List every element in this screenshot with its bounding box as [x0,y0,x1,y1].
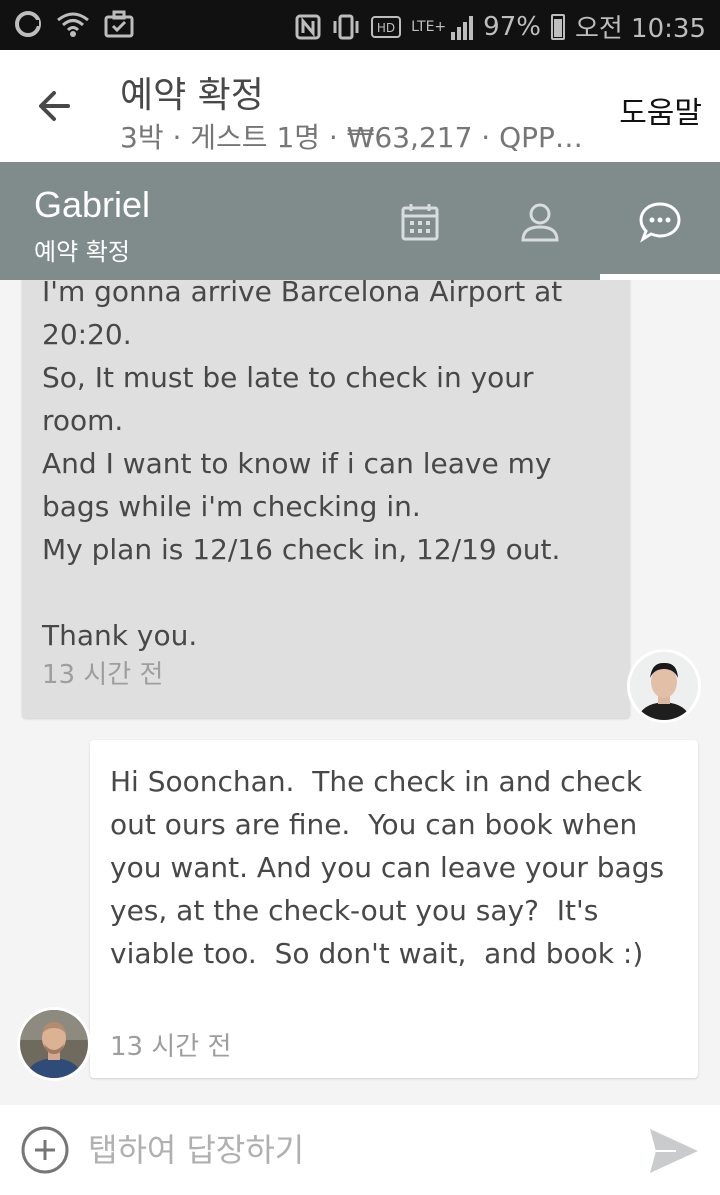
network-label: LTE+ [411,18,447,35]
reservation-summary[interactable]: 3박 · 게스트 1명 · ₩63,217 · QPP… [120,116,583,156]
battery-icon [550,13,565,40]
nfc-icon [295,14,321,39]
calendar-icon[interactable] [398,200,442,244]
host-avatar[interactable] [20,1010,88,1078]
message-time: 13 시간 전 [110,1032,232,1062]
message-thread[interactable]: I'm gonna arrive Barcelona Airport at 20… [0,280,720,1105]
host-name: Gabriel [34,184,151,225]
message-time: 13 시간 전 [42,660,164,690]
clock: 오전 10:35 [574,14,706,44]
hd-icon: HD [371,15,402,38]
back-arrow-icon[interactable] [30,80,82,132]
conversation-bar: Gabriel 예약 확정 [0,162,720,280]
reply-input[interactable] [88,1127,608,1173]
message-text: Hi Soonchan. The check in and check out … [110,765,673,970]
message-text: I'm gonna arrive Barcelona Airport at 20… [42,280,563,652]
vibrate-icon [333,14,359,39]
reservation-status: 예약 확정 [34,238,130,266]
guest-avatar[interactable] [630,652,698,720]
wifi-icon [57,12,89,37]
svg-text:HD: HD [377,21,395,35]
signal-icon [451,14,474,40]
chat-icon[interactable] [638,200,682,244]
top-header: 예약 확정 3박 · 게스트 1명 · ₩63,217 · QPP… 도움말 [0,50,720,162]
carrier-icon [15,11,41,37]
person-icon[interactable] [518,200,562,244]
send-icon[interactable] [646,1123,702,1179]
battery-percent: 97% [483,11,541,42]
help-button[interactable]: 도움말 [619,88,702,132]
briefcase-check-icon [104,10,134,38]
add-attachment-icon[interactable] [20,1125,70,1175]
outgoing-message: Hi Soonchan. The check in and check out … [90,740,698,1078]
status-bar: HD LTE+ 97% 오전 10:35 [0,0,720,50]
reply-composer [0,1105,720,1195]
page-title: 예약 확정 [120,75,264,116]
incoming-message: I'm gonna arrive Barcelona Airport at 20… [22,280,630,718]
